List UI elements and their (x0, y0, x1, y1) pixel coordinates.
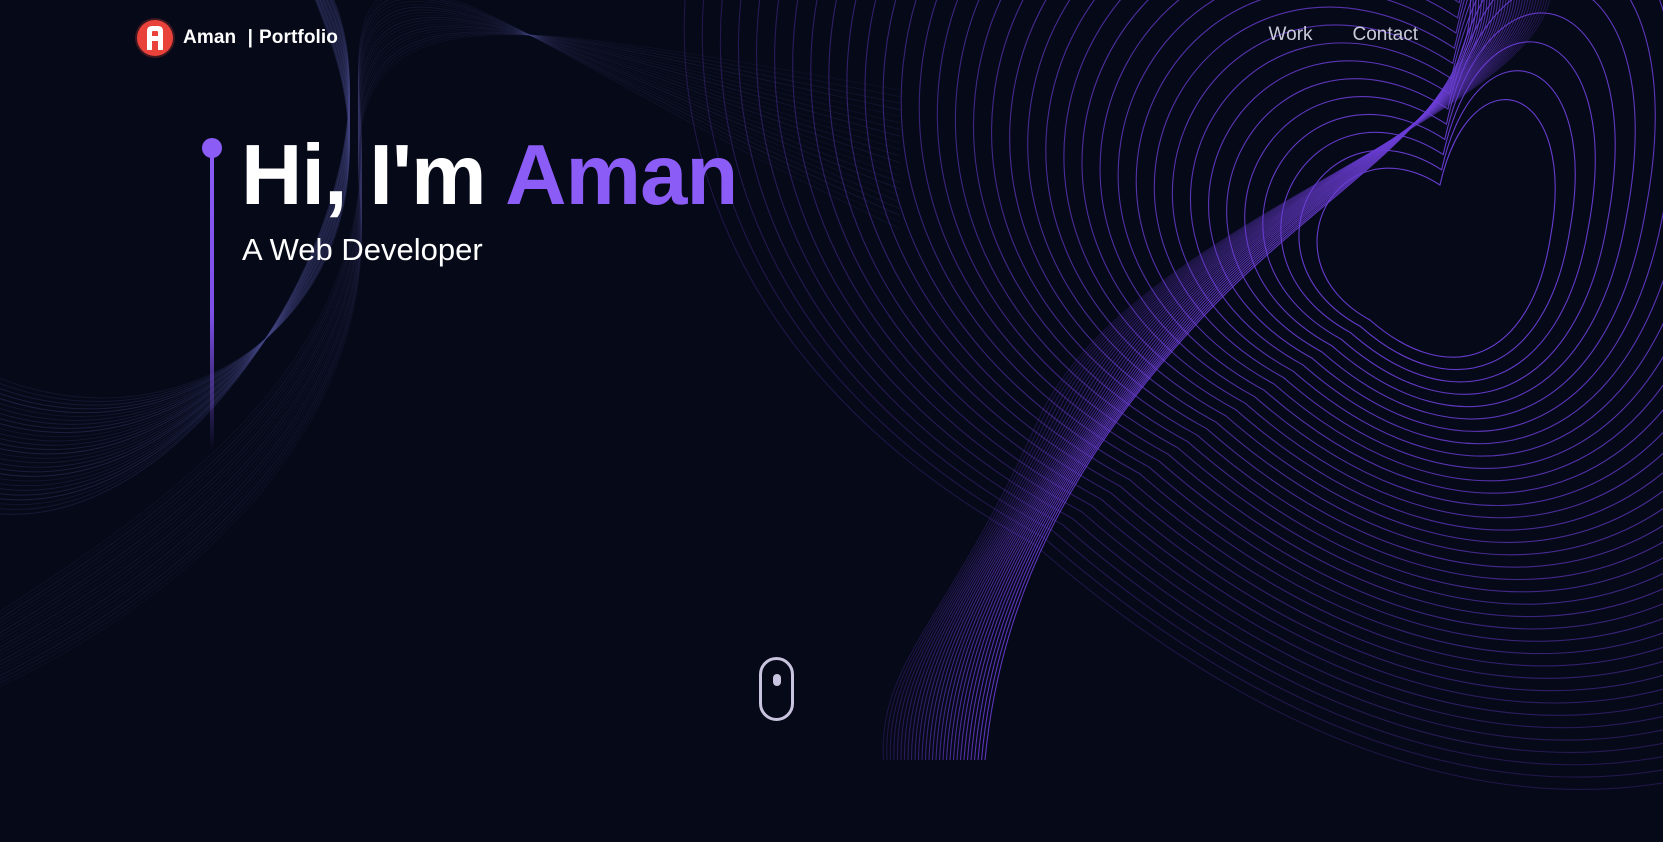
brand-first-name: Aman (183, 27, 237, 48)
brand-name: Aman | Portfolio (183, 27, 338, 49)
scroll-wheel (773, 674, 781, 686)
hero-subtitle: A Web Developer (242, 232, 483, 267)
hero-greeting: Hi, I'm (241, 128, 487, 223)
hero-headline: Hi, I'm Aman (241, 128, 738, 224)
mouse-scroll-icon[interactable] (759, 657, 794, 721)
portfolio-page: Aman | Portfolio Work Contact Hi, I'm Ama… (0, 0, 1663, 842)
a-logo-icon (137, 20, 173, 56)
wave-lines-background (0, 0, 1663, 790)
main-nav: Work Contact (1269, 24, 1418, 46)
brand-separator: | (247, 27, 254, 48)
hero-name: Aman (505, 128, 738, 223)
brand-suffix: Portfolio (259, 27, 339, 48)
brand-link[interactable]: Aman | Portfolio (137, 20, 338, 56)
nav-link-contact[interactable]: Contact (1353, 24, 1418, 46)
nav-link-work[interactable]: Work (1269, 24, 1313, 46)
timeline-line (210, 150, 214, 450)
navbar: Aman | Portfolio Work Contact (0, 0, 1663, 76)
